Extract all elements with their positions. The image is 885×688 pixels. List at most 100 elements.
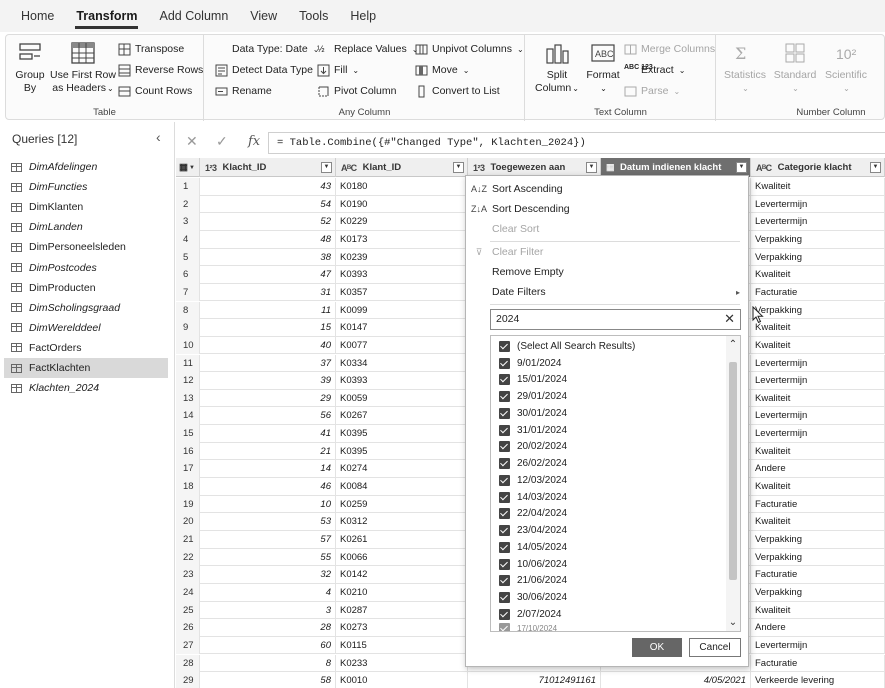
convert-to-list-button[interactable]: Convert to List [415,83,500,99]
filter-value-checkbox[interactable]: 10/06/2024 [499,556,567,573]
table-cell[interactable]: 31 [200,283,336,302]
table-cell[interactable]: 3 [200,601,336,620]
table-cell[interactable]: K0190 [336,195,468,214]
table-cell[interactable]: 4/05/2021 [601,672,751,688]
column-header[interactable]: 1²3 Klacht_ID ▼ [200,158,336,177]
checkbox-checked-icon[interactable] [499,491,510,503]
table-cell[interactable]: K0273 [336,619,468,637]
date-filters-item[interactable]: Date Filters ▸ [466,282,748,302]
table-cell[interactable]: Verkeerde levering [751,672,885,688]
table-cell[interactable]: 57 [200,531,336,549]
reverse-rows-button[interactable]: Reverse Rows [118,62,203,78]
table-cell[interactable]: Facturatie [751,566,885,584]
table-cell[interactable]: K0142 [336,566,468,584]
query-item[interactable]: DimWerelddeel [4,318,168,338]
table-cell[interactable]: Kwaliteit [751,178,885,196]
table-cell[interactable]: K0099 [336,301,468,320]
table-cell[interactable]: Kwaliteit [751,266,885,284]
list-scrollbar[interactable]: ⌃ ⌄ [726,336,740,631]
rename-button[interactable]: Rename [215,83,272,99]
checkbox-checked-icon[interactable] [499,374,510,386]
table-cell[interactable]: K0180 [336,178,468,196]
scroll-down-icon[interactable]: ⌄ [727,617,739,628]
filter-value-checkbox[interactable]: 9/01/2024 [499,355,562,372]
tab-help[interactable]: Help [339,0,387,32]
query-item[interactable]: DimScholingsgraad [4,298,168,318]
checkbox-checked-icon[interactable] [499,407,510,419]
query-item[interactable]: DimKlanten [4,197,168,217]
statistics-button[interactable]: Σ Statistics ⌄ [721,39,769,95]
confirm-formula-icon[interactable]: ✓ [216,133,228,150]
extract-button[interactable]: ABC 123 Extract ⌄ [624,62,685,78]
checkbox-checked-icon[interactable] [499,592,510,604]
table-cell[interactable]: 53 [200,513,336,531]
column-header[interactable]: AᴮC Categorie klacht ▼ [751,158,885,177]
table-cell[interactable]: K0084 [336,478,468,496]
sort-ascending-item[interactable]: A↓Z Sort Ascending [466,179,748,199]
filter-value-checkbox[interactable]: 26/02/2024 [499,455,567,472]
filter-value-checkbox[interactable]: 30/06/2024 [499,589,567,606]
table-cell[interactable]: K0267 [336,407,468,426]
table-cell[interactable]: Facturatie [751,654,885,673]
filter-value-checkbox[interactable]: 20/02/2024 [499,439,567,456]
standard-button[interactable]: Standard ⌄ [771,39,819,95]
fill-button[interactable]: Fill ⌄ [317,62,359,78]
table-cell[interactable]: K0334 [336,354,468,373]
table-cell[interactable]: 29 [200,389,336,408]
collapse-chevron-icon[interactable]: ‹ [156,129,161,145]
checkbox-checked-icon[interactable] [499,474,510,486]
table-cell[interactable]: Kwaliteit [751,478,885,496]
query-item[interactable]: FactOrders [4,338,168,358]
split-column-button[interactable]: Split Column⌄ [532,39,582,95]
table-cell[interactable]: K0274 [336,460,468,478]
scrollbar-thumb[interactable] [729,362,737,580]
ok-button[interactable]: OK [632,638,682,657]
table-cell[interactable]: K0312 [336,513,468,531]
formula-input[interactable]: = Table.Combine({#"Changed Type", Klacht… [268,132,885,154]
table-cell[interactable]: K0357 [336,283,468,302]
table-cell[interactable]: Andere [751,619,885,637]
table-cell[interactable]: 11 [200,301,336,320]
table-cell[interactable]: K0210 [336,583,468,602]
table-cell[interactable]: K0239 [336,248,468,267]
table-cell[interactable]: Kwaliteit [751,389,885,408]
query-item[interactable]: DimPostcodes [4,258,168,278]
table-cell[interactable]: 43 [200,178,336,196]
filter-value-checkbox[interactable]: 29/01/2024 [499,388,567,405]
table-cell[interactable]: K0393 [336,266,468,284]
table-cell[interactable]: K0115 [336,636,468,655]
table-cell[interactable]: Kwaliteit [751,442,885,461]
clear-sort-item[interactable]: Clear Sort [466,219,748,239]
column-filter-dropdown-icon[interactable]: ▼ [453,162,464,173]
table-cell[interactable]: 48 [200,230,336,249]
detect-data-type-button[interactable]: Detect Data Type [215,62,313,78]
transpose-button[interactable]: Transpose [118,41,184,57]
checkbox-checked-icon[interactable] [499,508,510,520]
table-cell[interactable]: 55 [200,548,336,567]
checkbox-checked-icon[interactable] [499,391,510,403]
table-cell[interactable]: 15 [200,319,336,337]
table-cell[interactable]: 41 [200,425,336,443]
table-cell[interactable]: Facturatie [751,283,885,302]
merge-columns-button[interactable]: Merge Columns [624,41,715,57]
table-cell[interactable]: 37 [200,354,336,373]
table-row[interactable]: 29 58 K0010 71012491161 4/05/2021 Verkeerde l… [176,672,885,688]
table-cell[interactable]: K0395 [336,442,468,461]
table-cell[interactable]: 14 [200,460,336,478]
group-by-button[interactable]: Group By [12,39,48,95]
table-cell[interactable]: 52 [200,213,336,231]
filter-value-checkbox[interactable]: 31/01/2024 [499,422,567,439]
tab-add-column[interactable]: Add Column [148,0,239,32]
query-item[interactable]: DimProducten [4,278,168,298]
table-cell[interactable]: Kwaliteit [751,513,885,531]
table-cell[interactable]: Kwaliteit [751,336,885,355]
remove-empty-item[interactable]: Remove Empty [466,262,748,282]
table-cell[interactable]: 60 [200,636,336,655]
use-first-row-button[interactable]: Use First Row as Headers⌄ [50,39,116,95]
table-cell[interactable]: 8 [200,654,336,673]
table-cell[interactable]: K0066 [336,548,468,567]
query-item[interactable]: DimFuncties [4,177,168,197]
fx-icon[interactable]: fx [248,134,260,149]
checkbox-checked-icon[interactable] [499,525,510,537]
column-filter-dropdown-icon[interactable]: ▼ [321,162,332,173]
